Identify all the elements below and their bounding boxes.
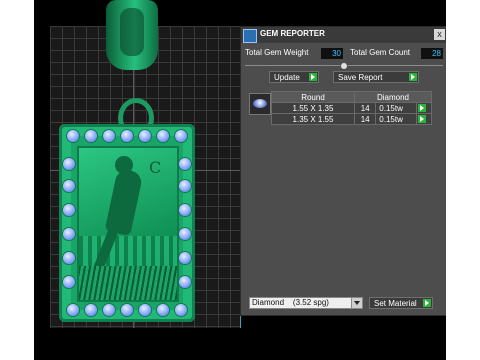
pendant-model[interactable]: C [59,124,195,322]
play-icon [418,115,427,124]
round-gem-icon [179,180,191,192]
panel-titlebar[interactable]: GEM REPORTER x [241,27,446,43]
column-header-diamond: Diamond [354,91,432,103]
round-gem-icon [85,130,97,142]
total-gem-weight-value: 30 [321,48,343,59]
select-gem-button[interactable] [416,102,432,114]
play-icon [423,299,431,307]
save-report-button[interactable]: Save Report [333,71,419,83]
total-gem-weight-label: Total Gem Weight [245,48,309,57]
play-icon [409,73,417,81]
close-button[interactable]: x [434,29,445,40]
relief-fence [79,236,177,266]
gem-size: 1.55 X 1.35 [271,102,355,114]
round-gem-icon [85,304,97,316]
round-gem-icon [253,99,267,108]
round-gem-icon [121,130,133,142]
round-gem-icon [67,304,79,316]
update-button-label: Update [274,73,300,82]
round-gem-icon [103,304,115,316]
round-gem-icon [63,204,75,216]
round-gem-icon [139,130,151,142]
round-gem-icon [179,204,191,216]
table-header-row: Round Diamond [271,91,432,103]
play-icon [309,73,317,81]
panel-title: GEM REPORTER [260,29,325,38]
round-gem-icon [179,252,191,264]
table-row[interactable]: 1.35 X 1.55 14 0.15tw [271,113,432,125]
pendant-relief: C [77,146,179,302]
round-gem-icon [63,158,75,170]
set-material-button[interactable]: Set Material [369,297,433,309]
round-gem-icon [63,228,75,240]
dropdown-arrow-icon [351,298,362,308]
gem-weight: 0.15tw [375,113,418,125]
round-gem-icon [179,158,191,170]
round-gem-icon [63,252,75,264]
3d-viewport[interactable]: C GEM REPORTER x Total Gem Weight 30 Tot… [34,0,446,360]
round-gem-icon [175,304,187,316]
round-gem-icon [179,228,191,240]
gem-reporter-icon [243,29,257,43]
round-gem-icon [157,304,169,316]
round-gem-icon [139,304,151,316]
set-material-button-label: Set Material [374,299,417,308]
material-select-value: Diamond (3.52 spg) [252,298,329,307]
update-button[interactable]: Update [269,71,319,83]
gem-table: Round Diamond 1.55 X 1.35 14 0.15tw 1.35… [271,91,432,125]
gem-weight: 0.15tw [375,102,418,114]
column-header-round: Round [271,91,355,103]
slider-thumb[interactable] [340,62,348,70]
round-gem-icon [63,276,75,288]
material-select[interactable]: Diamond (3.52 spg) [249,297,363,309]
play-icon [418,104,427,113]
round-gem-icon [157,130,169,142]
total-gem-count-value: 28 [421,48,443,59]
round-gem-icon [179,276,191,288]
table-row[interactable]: 1.55 X 1.35 14 0.15tw [271,102,432,114]
gem-size: 1.35 X 1.55 [271,113,355,125]
relief-grass [79,266,177,300]
round-gem-icon [121,304,133,316]
gem-count: 14 [353,102,377,114]
total-gem-count-label: Total Gem Count [350,48,411,57]
relief-figure-body [104,167,144,237]
round-gem-icon [103,130,115,142]
round-gem-icon [67,130,79,142]
gem-reporter-panel: GEM REPORTER x Total Gem Weight 30 Total… [240,26,446,316]
gem-preview[interactable] [249,93,271,115]
round-gem-icon [175,130,187,142]
select-gem-button[interactable] [416,113,432,125]
round-gem-icon [63,180,75,192]
moon-icon: C [149,158,162,177]
gem-count: 14 [353,113,377,125]
pendant-bail-hole [120,8,144,56]
save-report-button-label: Save Report [338,73,383,82]
